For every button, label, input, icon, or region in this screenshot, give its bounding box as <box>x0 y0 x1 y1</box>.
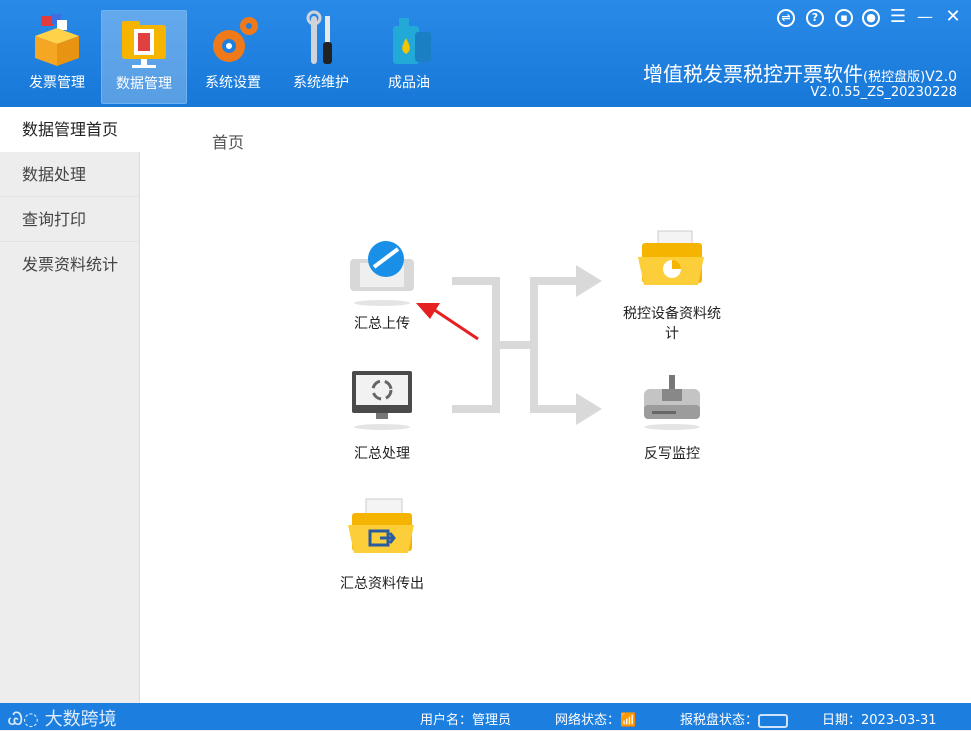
app-title: 增值税发票税控开票软件(税控盘版)V2.0 <box>643 58 957 87</box>
lock-icon[interactable]: ▪ <box>834 7 854 27</box>
network-label: 网络状态： <box>555 713 621 728</box>
folder-export-icon <box>348 498 414 553</box>
help-icon[interactable]: ? <box>805 7 825 27</box>
disk-broom-icon <box>644 375 700 430</box>
tile-device-stats[interactable]: 税控设备资料统 计 <box>602 229 742 349</box>
wifi-icon: 📶 <box>620 713 637 728</box>
tools-icon <box>306 10 332 64</box>
app-title-sub: (税控盘版) <box>863 70 926 85</box>
flow-arrows <box>416 265 602 425</box>
sidebar-item-query-print[interactable]: 查询打印 <box>0 197 139 242</box>
oil-can-icon <box>393 18 431 64</box>
nav-data-management[interactable]: 数据管理 <box>101 10 187 104</box>
date-value: 2023-03-31 <box>861 713 937 728</box>
upload-globe-icon <box>350 241 414 306</box>
nav-refined-oil[interactable]: 成品油 <box>366 0 452 97</box>
gears-icon <box>213 17 258 62</box>
sidebar-item-data-processing[interactable]: 数据处理 <box>0 152 139 197</box>
tile-label: 汇总资料传出 <box>340 576 424 592</box>
close-icon[interactable]: ✕ <box>943 7 963 27</box>
disk-label: 报税盘状态： <box>680 713 759 728</box>
user-value: 管理员 <box>472 713 512 728</box>
app-title-main: 增值税发票税控开票软件 <box>643 62 863 86</box>
tile-summary-upload[interactable]: 汇总上传 <box>312 237 452 337</box>
tile-writeback-monitor[interactable]: 反写监控 <box>602 369 742 469</box>
watermark-text: 大数跨境 <box>44 709 117 730</box>
folder-chart-icon <box>638 230 704 285</box>
menu-icon[interactable]: ☰ <box>888 7 908 27</box>
user-icon[interactable]: ● <box>861 7 881 27</box>
tile-summary-processing[interactable]: 汇总处理 <box>312 369 452 469</box>
nav-system-settings[interactable]: 系统设置 <box>190 0 276 97</box>
nav-label: 发票管理 <box>29 75 85 91</box>
switch-icon[interactable]: ⇌ <box>776 7 796 27</box>
main-content: 首页 汇总上传 汇总处理 汇总资料传出 税控设备资料统 计 反写监控 <box>140 107 971 703</box>
tile-label: 汇总上传 <box>354 316 410 332</box>
tile-label-line1: 税控设备资料统 <box>623 306 721 322</box>
top-toolbar: 发票管理 数据管理 系统设置 系统维护 成品油 ⇌ ? ▪ ● ☰ — ✕ 增值… <box>0 0 971 107</box>
disk-status: 报税盘状态： <box>680 709 789 728</box>
watermark-logo: Ꮚ◌ 大数跨境 <box>8 705 117 731</box>
data-folder-icon <box>122 21 166 68</box>
tile-label: 反写监控 <box>644 446 700 462</box>
sidebar-item-invoice-stats[interactable]: 发票资料统计 <box>0 242 139 287</box>
nav-system-maintenance[interactable]: 系统维护 <box>278 0 364 97</box>
tax-disk-icon <box>758 713 789 728</box>
app-build: V2.0.55_ZS_20230228 <box>810 85 957 100</box>
tile-summary-export[interactable]: 汇总资料传出 <box>312 497 452 597</box>
user-status: 用户名：管理员 <box>420 709 511 728</box>
app-title-version: V2.0 <box>925 69 957 85</box>
sidebar: 数据管理首页 数据处理 查询打印 发票资料统计 <box>0 107 140 703</box>
nav-label: 数据管理 <box>116 76 172 92</box>
tile-label-line2: 计 <box>665 326 679 342</box>
minimize-icon[interactable]: — <box>915 7 935 27</box>
nav-label: 系统维护 <box>293 75 349 91</box>
tile-label: 汇总处理 <box>354 446 410 462</box>
monitor-refresh-icon <box>352 371 412 430</box>
sidebar-item-data-home[interactable]: 数据管理首页 <box>0 107 140 152</box>
status-bar: Ꮚ◌ 大数跨境 用户名：管理员 网络状态：📶 报税盘状态： 日期：2023-03… <box>0 703 971 730</box>
date-label: 日期： <box>822 713 862 728</box>
network-status: 网络状态：📶 <box>555 709 636 728</box>
nav-label: 成品油 <box>388 75 430 91</box>
nav-label: 系统设置 <box>205 75 261 91</box>
nav-invoice-management[interactable]: 发票管理 <box>14 0 100 97</box>
invoice-box-icon <box>35 14 79 66</box>
watermark-logo-icon: Ꮚ◌ <box>8 709 39 730</box>
user-label: 用户名： <box>420 713 473 728</box>
date-status: 日期：2023-03-31 <box>822 709 937 728</box>
